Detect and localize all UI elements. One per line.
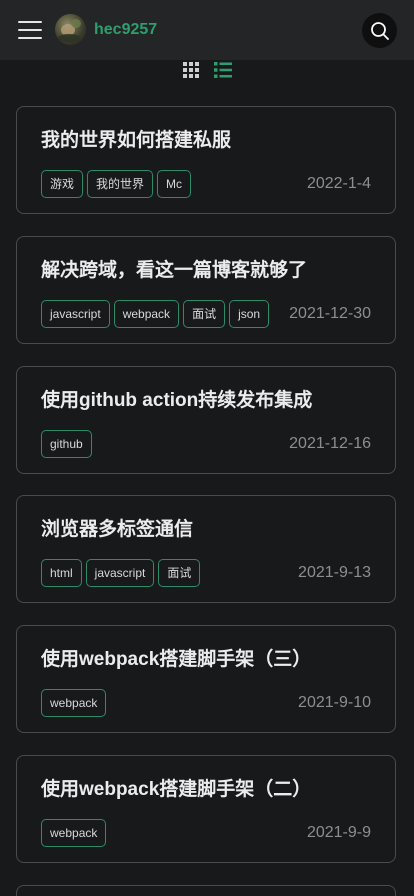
post-date: 2021-9-10 <box>298 694 371 711</box>
tag-list: webpack <box>41 819 273 851</box>
tag[interactable]: html <box>41 559 82 587</box>
search-button[interactable] <box>362 13 397 48</box>
post-title[interactable]: 解决跨域，看这一篇博客就够了 <box>41 259 307 283</box>
post-card[interactable]: 浏览器多标签通信 html javascript 面试 2021-9-13 <box>16 495 396 603</box>
post-date: 2021-9-13 <box>298 564 371 581</box>
post-title[interactable]: 使用webpack搭建脚手架（二） <box>41 778 311 802</box>
list-view-icon[interactable] <box>214 62 232 78</box>
tag-list: html javascript 面试 <box>41 559 273 591</box>
tag[interactable]: 游戏 <box>41 170 84 198</box>
post-card[interactable]: 使用webpack搭建脚手架（二） webpack 2021-9-9 <box>16 755 396 863</box>
view-toggle <box>0 61 414 81</box>
post-card[interactable]: 解决跨域，看这一篇博客就够了 javascript webpack 面试 json 2… <box>16 236 396 344</box>
post-card[interactable]: 使用github action持续发布集成 github 2021-12-16 <box>16 366 396 474</box>
tag[interactable]: javascript <box>85 559 155 587</box>
tag[interactable]: webpack <box>41 819 107 847</box>
post-title[interactable]: 浏览器多标签通信 <box>41 518 193 542</box>
tag[interactable]: json <box>229 300 270 328</box>
post-date: 2021-12-16 <box>289 435 371 452</box>
tag[interactable]: Mc <box>157 170 192 198</box>
post-card-partial[interactable] <box>16 885 396 896</box>
post-date: 2021-9-9 <box>306 824 371 841</box>
top-header: hec9257 <box>0 0 414 60</box>
tag-list: 游戏 我的世界 Mc <box>41 170 273 202</box>
avatar[interactable] <box>55 14 86 45</box>
tag[interactable]: javascript <box>41 300 110 328</box>
post-title[interactable]: 使用webpack搭建脚手架（三） <box>41 648 311 672</box>
hamburger-menu-icon[interactable] <box>18 19 42 41</box>
tag[interactable]: 我的世界 <box>87 170 154 198</box>
post-title[interactable]: 使用github action持续发布集成 <box>41 389 312 413</box>
tag[interactable]: webpack <box>113 300 180 328</box>
tag-list: webpack <box>41 689 273 721</box>
grid-view-icon[interactable] <box>183 62 199 78</box>
username[interactable]: hec9257 <box>94 20 157 40</box>
tag[interactable]: 面试 <box>183 300 226 328</box>
tag[interactable]: github <box>41 430 92 458</box>
tag[interactable]: 面试 <box>158 559 201 587</box>
tag-list: javascript webpack 面试 json <box>41 300 273 332</box>
post-card[interactable]: 我的世界如何搭建私服 游戏 我的世界 Mc 2022-1-4 <box>16 106 396 214</box>
post-title[interactable]: 我的世界如何搭建私服 <box>41 129 231 153</box>
tag-list: github <box>41 430 273 462</box>
post-date: 2022-1-4 <box>306 175 371 192</box>
post-date: 2021-12-30 <box>289 305 371 322</box>
post-card[interactable]: 使用webpack搭建脚手架（三） webpack 2021-9-10 <box>16 625 396 733</box>
tag[interactable]: webpack <box>41 689 107 717</box>
search-icon <box>370 21 389 40</box>
